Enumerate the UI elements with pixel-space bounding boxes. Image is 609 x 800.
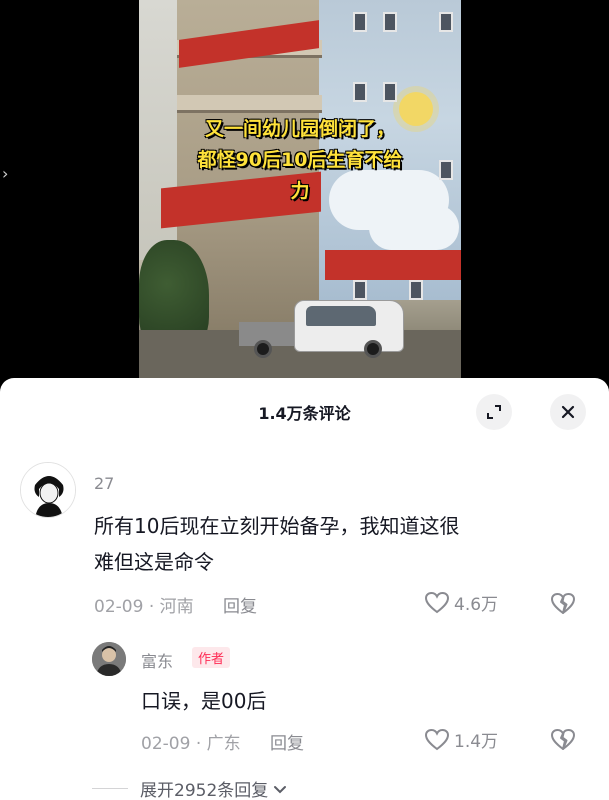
chevron-right-icon[interactable]: › xyxy=(2,164,8,183)
avatar-photo xyxy=(92,642,126,676)
caption-line: 力 xyxy=(290,180,310,202)
comment-text-line: 难但这是命令 xyxy=(94,550,214,574)
window xyxy=(383,12,397,32)
caption-line: 又一间幼儿园倒闭了， xyxy=(204,118,395,140)
reply-meta: 02-09 · 广东 回复 xyxy=(141,729,304,754)
close-button[interactable] xyxy=(550,394,586,430)
avatar[interactable] xyxy=(92,642,126,676)
window xyxy=(409,280,423,300)
reply-text: 口误，是00后 xyxy=(141,689,267,713)
video-player[interactable]: › 又一间幼儿园倒闭了， 都怪90后10后生育不给 力 xyxy=(0,0,609,378)
window xyxy=(383,82,397,102)
broken-heart-icon xyxy=(551,729,575,750)
banner xyxy=(325,250,461,280)
separator: · xyxy=(195,734,202,754)
heart-icon xyxy=(424,591,450,613)
like-button[interactable]: 1.4万 xyxy=(424,727,498,752)
expand-replies-label: 展开2952条回复 xyxy=(140,781,269,800)
comments-count-title: 1.4万条评论 xyxy=(258,404,351,423)
window xyxy=(353,280,367,300)
comment-username[interactable]: 27 xyxy=(94,474,114,493)
divider xyxy=(92,788,128,789)
author-badge: 作者 xyxy=(192,647,231,668)
broken-heart-icon xyxy=(551,593,575,614)
expand-button[interactable] xyxy=(476,394,512,430)
reply-button[interactable]: 回复 xyxy=(270,734,304,754)
comments-sheet: 1.4万条评论 27 所有10后现在立刻开始备孕，我知道这很 难但这是命令 02… xyxy=(0,378,609,800)
comment-date: 02-09 xyxy=(94,597,144,617)
separator: · xyxy=(148,597,155,617)
mural-cloud xyxy=(369,205,459,250)
like-button[interactable]: 4.6万 xyxy=(424,590,498,615)
reply-button[interactable]: 回复 xyxy=(223,597,257,617)
dislike-button[interactable] xyxy=(550,592,576,620)
close-icon xyxy=(561,405,575,419)
comment-text-line: 所有10后现在立刻开始备孕，我知道这很 xyxy=(94,514,460,538)
expand-icon xyxy=(487,405,501,419)
comment-location: 河南 xyxy=(159,597,194,617)
chevron-down-icon xyxy=(274,785,287,793)
reply-username[interactable]: 富东 xyxy=(141,648,173,672)
dislike-button[interactable] xyxy=(550,728,576,756)
avatar-illustration xyxy=(21,463,75,517)
avatar[interactable] xyxy=(20,462,76,518)
reply-date: 02-09 xyxy=(141,734,191,754)
caption-line: 都怪90后10后生育不给 xyxy=(197,149,403,171)
balcony xyxy=(177,95,322,113)
expand-replies-button[interactable]: 展开2952条回复 xyxy=(92,776,288,800)
window xyxy=(353,12,367,32)
comment-meta: 02-09 · 河南 回复 xyxy=(94,592,257,617)
truck-window xyxy=(306,306,376,326)
like-count: 1.4万 xyxy=(454,732,499,752)
truck-wheel xyxy=(254,340,272,358)
comment-text: 所有10后现在立刻开始备孕，我知道这很 难但这是命令 xyxy=(94,508,544,580)
heart-icon xyxy=(424,728,450,750)
window xyxy=(353,82,367,102)
reply-location: 广东 xyxy=(206,734,241,754)
window xyxy=(439,12,453,32)
video-caption: 又一间幼儿园倒闭了， 都怪90后10后生育不给 力 xyxy=(139,114,461,207)
like-count: 4.6万 xyxy=(454,595,499,615)
truck-wheel xyxy=(364,340,382,358)
video-frame: 又一间幼儿园倒闭了， 都怪90后10后生育不给 力 xyxy=(139,0,461,378)
